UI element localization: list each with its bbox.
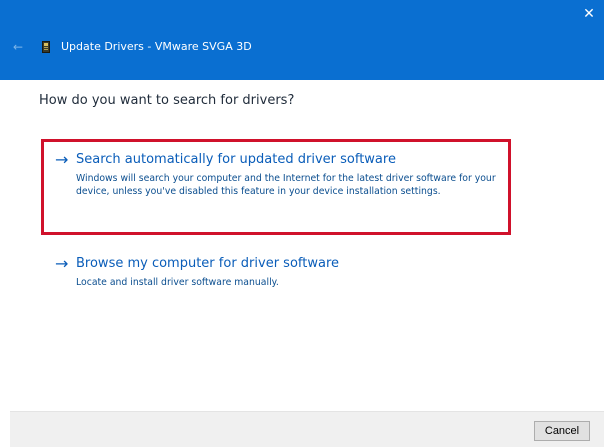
title-bar: ✕ ← Update Drivers - VMware SVGA 3D [0,0,604,80]
option-description: Windows will search your computer and th… [76,173,496,197]
option-title: Search automatically for updated driver … [76,152,396,167]
search-automatically-option[interactable]: → Search automatically for updated drive… [41,139,511,235]
dialog-footer: Cancel [10,411,604,447]
browse-computer-option[interactable]: → Browse my computer for driver software… [41,251,511,291]
device-manager-icon [42,41,50,53]
close-icon: ✕ [583,6,595,22]
arrow-right-icon: → [55,150,69,169]
back-arrow-icon: ← [12,40,24,54]
page-heading: How do you want to search for drivers? [39,93,295,108]
update-drivers-window: ✕ ← Update Drivers - VMware SVGA 3D How … [0,0,604,447]
content-area: How do you want to search for drivers? →… [10,80,604,411]
arrow-right-icon: → [55,254,69,273]
window-title: Update Drivers - VMware SVGA 3D [61,40,252,53]
option-description: Locate and install driver software manua… [76,277,279,288]
option-title: Browse my computer for driver software [76,256,339,271]
close-button[interactable]: ✕ [574,0,604,30]
cancel-button[interactable]: Cancel [534,421,590,441]
back-button[interactable]: ← [8,37,28,57]
